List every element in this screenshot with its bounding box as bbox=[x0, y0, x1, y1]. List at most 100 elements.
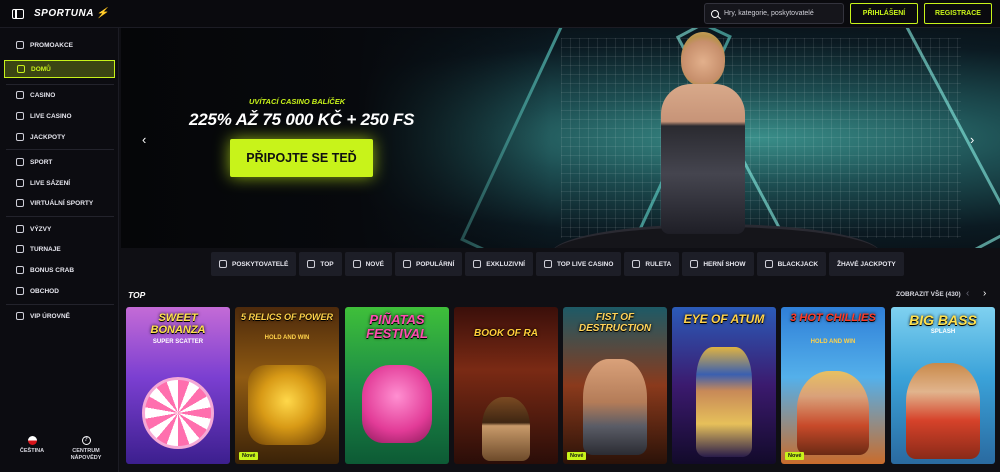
home-icon bbox=[17, 65, 25, 73]
show-all-link[interactable]: ZOBRAZIT VŠE (430) bbox=[896, 291, 961, 298]
tab-exkluzivni[interactable]: EXKLUZIVNÍ bbox=[465, 252, 533, 276]
tab-poskytovatele[interactable]: POSKYTOVATELÉ bbox=[211, 252, 297, 276]
game-subtitle: HOLD AND WIN bbox=[810, 339, 856, 345]
game-subtitle: SPLASH bbox=[930, 329, 956, 335]
tab-ruleta[interactable]: RULETA bbox=[624, 252, 680, 276]
section-title: TOP bbox=[128, 290, 146, 300]
game-title: BIG BASS bbox=[909, 312, 977, 328]
live-icon bbox=[543, 260, 552, 268]
tab-nove[interactable]: NOVÉ bbox=[344, 252, 393, 276]
fisherman-image bbox=[906, 363, 980, 459]
logo[interactable]: SPORTUNA ⚡ bbox=[34, 8, 109, 19]
mariachi-image bbox=[797, 371, 869, 455]
register-button[interactable]: REGISTRACE bbox=[924, 3, 992, 24]
sidebar-item-virtualni-sporty[interactable]: VIRTUÁLNÍ SPORTY bbox=[4, 194, 115, 212]
new-badge: Nové bbox=[239, 452, 259, 460]
tab-top[interactable]: TOP bbox=[299, 252, 342, 276]
search-input[interactable]: Hry, kategorie, poskytovatelé bbox=[704, 3, 844, 24]
game-subtitle: HOLD AND WIN bbox=[264, 335, 310, 341]
sidebar-divider bbox=[6, 84, 114, 85]
tab-popularni[interactable]: POPULÁRNÍ bbox=[395, 252, 463, 276]
banner-next-arrow-icon[interactable]: › bbox=[970, 132, 974, 147]
sidebar-item-promoakce[interactable]: PROMOAKCE bbox=[4, 36, 115, 54]
chevron-left-icon[interactable]: ‹ bbox=[966, 288, 969, 299]
tab-blackjack[interactable]: BLACKJACK bbox=[756, 252, 827, 276]
ball-icon bbox=[16, 158, 24, 166]
sidebar-divider bbox=[6, 149, 114, 150]
game-title: 3 HOT CHILLIES bbox=[790, 312, 876, 324]
chevron-right-icon[interactable]: › bbox=[983, 288, 986, 299]
language-selector[interactable]: ČEŠTINA bbox=[6, 436, 58, 455]
game-card[interactable]: BIG BASS SPLASH bbox=[891, 307, 995, 464]
game-title: SWEET BONANZA bbox=[150, 312, 206, 336]
explorer-image bbox=[482, 397, 530, 461]
diamond-icon bbox=[473, 260, 482, 268]
logo-text: SPORTUNA bbox=[34, 8, 94, 19]
banner-prev-arrow-icon[interactable]: ‹ bbox=[142, 132, 146, 147]
trophy-icon bbox=[16, 225, 24, 233]
game-title: BOOK OF RA bbox=[474, 328, 538, 339]
sidebar-item-jackpoty[interactable]: JACKPOTY bbox=[4, 128, 115, 146]
virtual-icon bbox=[16, 199, 24, 207]
help-center-link[interactable]: ? CENTRUM NÁPOVĚDY bbox=[60, 436, 112, 462]
game-card[interactable]: BOOK OF RA bbox=[454, 307, 558, 464]
gift-icon bbox=[16, 41, 24, 49]
jackpot-icon bbox=[16, 133, 24, 141]
game-card[interactable]: FIST OF DESTRUCTION Nové bbox=[563, 307, 667, 464]
tab-top-live-casino[interactable]: TOP LIVE CASINO bbox=[535, 252, 622, 276]
game-subtitle: SUPER SCATTER bbox=[152, 339, 204, 345]
live-icon bbox=[16, 112, 24, 120]
sidebar-item-obchod[interactable]: OBCHOD bbox=[4, 282, 115, 300]
game-title: EYE OF ATUM bbox=[683, 312, 765, 326]
croupier-image bbox=[643, 32, 763, 248]
cards-icon bbox=[764, 260, 773, 268]
providers-icon bbox=[219, 260, 227, 268]
roulette-icon bbox=[632, 260, 641, 268]
czech-flag-icon bbox=[27, 436, 37, 445]
tab-herni-show[interactable]: HERNÍ SHOW bbox=[682, 252, 754, 276]
sidebar-item-vip-urovne[interactable]: VIP ÚROVNĚ bbox=[4, 307, 115, 325]
sidebar-item-live-sazeni[interactable]: LIVE SÁZENÍ bbox=[4, 174, 115, 192]
sidebar: PROMOAKCE DOMŮ CASINO LIVE CASINO JACKPO… bbox=[0, 28, 119, 472]
login-button[interactable]: PŘIHLÁŠENÍ bbox=[850, 3, 918, 24]
game-card[interactable]: 3 HOT CHILLIES HOLD AND WIN Nové bbox=[781, 307, 885, 464]
bolt-icon: ⚡ bbox=[95, 8, 109, 19]
idol-image bbox=[248, 365, 326, 445]
game-card[interactable]: SWEET BONANZA SUPER SCATTER bbox=[126, 307, 230, 464]
sidebar-toggle-icon[interactable] bbox=[12, 8, 24, 19]
diamond-icon bbox=[16, 312, 24, 320]
sidebar-item-sport[interactable]: SPORT bbox=[4, 153, 115, 171]
sidebar-item-vyzvy[interactable]: VÝZVY bbox=[4, 220, 115, 238]
crown-icon bbox=[307, 260, 316, 268]
sidebar-divider bbox=[6, 216, 114, 217]
shop-icon bbox=[16, 287, 24, 295]
tab-zhave-jackpoty[interactable]: ŽHAVÉ JACKPOTY bbox=[829, 252, 904, 276]
live-bet-icon bbox=[16, 179, 24, 187]
game-card[interactable]: 5 RELICS OF POWER HOLD AND WIN Nové bbox=[235, 307, 339, 464]
game-title: PIÑATAS FESTIVAL bbox=[366, 312, 428, 341]
banner-title: 225% AŽ 75 000 KČ + 250 FS bbox=[189, 110, 415, 129]
microphone-icon bbox=[690, 260, 699, 268]
sidebar-divider bbox=[6, 304, 114, 305]
tournament-icon bbox=[16, 245, 24, 253]
crab-icon bbox=[16, 266, 24, 274]
sidebar-item-domu[interactable]: DOMŮ bbox=[4, 60, 115, 78]
lightning-icon bbox=[352, 260, 361, 268]
help-icon: ? bbox=[81, 436, 91, 445]
search-placeholder: Hry, kategorie, poskytovatelé bbox=[724, 10, 814, 17]
game-title: 5 RELICS OF POWER bbox=[240, 312, 333, 322]
candy-image bbox=[142, 377, 214, 449]
pharaoh-image bbox=[696, 347, 752, 457]
promo-banner[interactable] bbox=[121, 28, 1000, 248]
join-now-button[interactable]: PŘIPOJTE SE TEĎ bbox=[230, 139, 373, 177]
new-badge: Nové bbox=[785, 452, 805, 460]
game-card[interactable]: EYE OF ATUM bbox=[672, 307, 776, 464]
sidebar-item-turnaje[interactable]: TURNAJE bbox=[4, 240, 115, 258]
sidebar-item-bonus-crab[interactable]: BONUS CRAB bbox=[4, 261, 115, 279]
pinata-image bbox=[362, 365, 432, 443]
search-icon bbox=[711, 9, 719, 18]
game-card[interactable]: PIÑATAS FESTIVAL bbox=[345, 307, 449, 464]
flame-icon bbox=[403, 260, 412, 268]
sidebar-item-casino[interactable]: CASINO bbox=[4, 86, 115, 104]
sidebar-item-live-casino[interactable]: LIVE CASINO bbox=[4, 107, 115, 125]
